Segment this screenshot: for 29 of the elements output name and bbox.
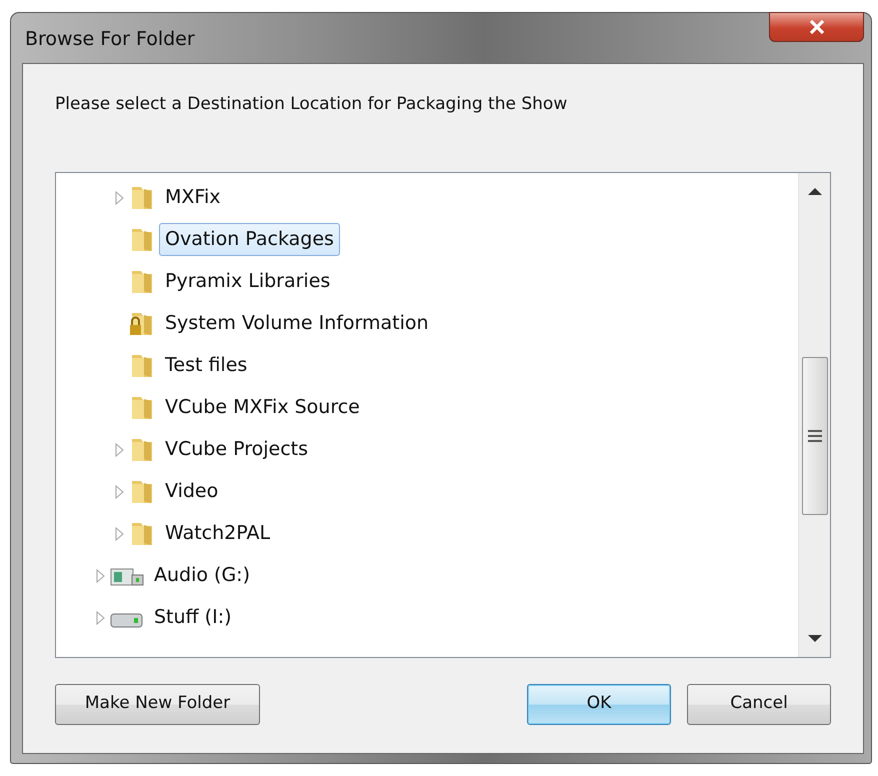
tree-item[interactable]: Stuff (I:)	[148, 601, 238, 634]
expand-arrow-icon[interactable]	[114, 190, 124, 204]
close-icon	[808, 20, 824, 34]
tree-item[interactable]: Audio (G:)	[148, 559, 256, 592]
tree-item[interactable]: System Volume Information	[159, 307, 435, 340]
tree-item[interactable]: Ovation Packages	[159, 223, 340, 256]
tree-item[interactable]: Video	[159, 475, 224, 508]
expand-arrow-icon[interactable]	[114, 442, 124, 456]
grip-icon	[808, 430, 822, 442]
expand-arrow-icon[interactable]	[96, 568, 104, 582]
scroll-thumb[interactable]	[802, 356, 828, 514]
expand-arrow-icon[interactable]	[96, 610, 104, 624]
dialog-button[interactable]: OK	[527, 684, 671, 724]
tree-item[interactable]: Pyramix Libraries	[159, 265, 336, 298]
tree-item[interactable]: VCube MXFix Source	[159, 391, 366, 424]
expand-arrow-icon[interactable]	[114, 526, 124, 540]
scroll-up-icon[interactable]	[808, 186, 822, 194]
dialog-button[interactable]: Make New Folder	[55, 684, 260, 724]
tree-item[interactable]: VCube Projects	[159, 433, 314, 466]
expand-arrow-icon[interactable]	[114, 484, 124, 498]
scroll-down-icon[interactable]	[808, 634, 822, 642]
close-button[interactable]	[769, 12, 864, 42]
instruction-text: Please select a Destination Location for Packaging the Show	[55, 93, 568, 116]
tree-item[interactable]: Test files	[159, 349, 254, 382]
scrollbar[interactable]	[798, 172, 830, 656]
tree-item[interactable]: MXFix	[159, 181, 226, 214]
tree-item[interactable]: Watch2PAL	[159, 517, 276, 550]
window-title: Browse For Folder	[24, 26, 195, 52]
dialog-button[interactable]: Cancel	[687, 684, 831, 724]
